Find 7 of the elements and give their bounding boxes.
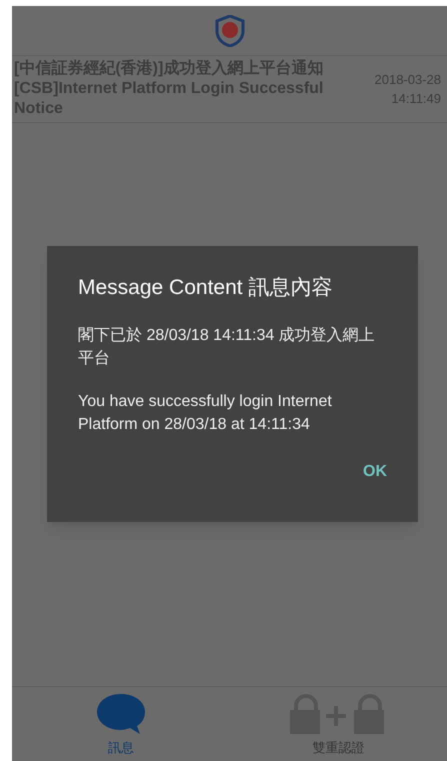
shield-logo <box>214 14 244 46</box>
tab[interactable]: 雙重認證 <box>230 687 447 761</box>
dialog-message: You have successfully login Internet Platform on 28/03/18 at 14:11:34 <box>78 392 333 434</box>
tab[interactable]: 訊息 <box>12 687 230 761</box>
ok-button[interactable]: OK <box>355 456 395 488</box>
dialog-title: Message Content 訊息內容 <box>78 275 334 301</box>
dialog-message: 閣下已於 28/03/18 14:11:34 成功登入網上平台 <box>78 326 376 368</box>
